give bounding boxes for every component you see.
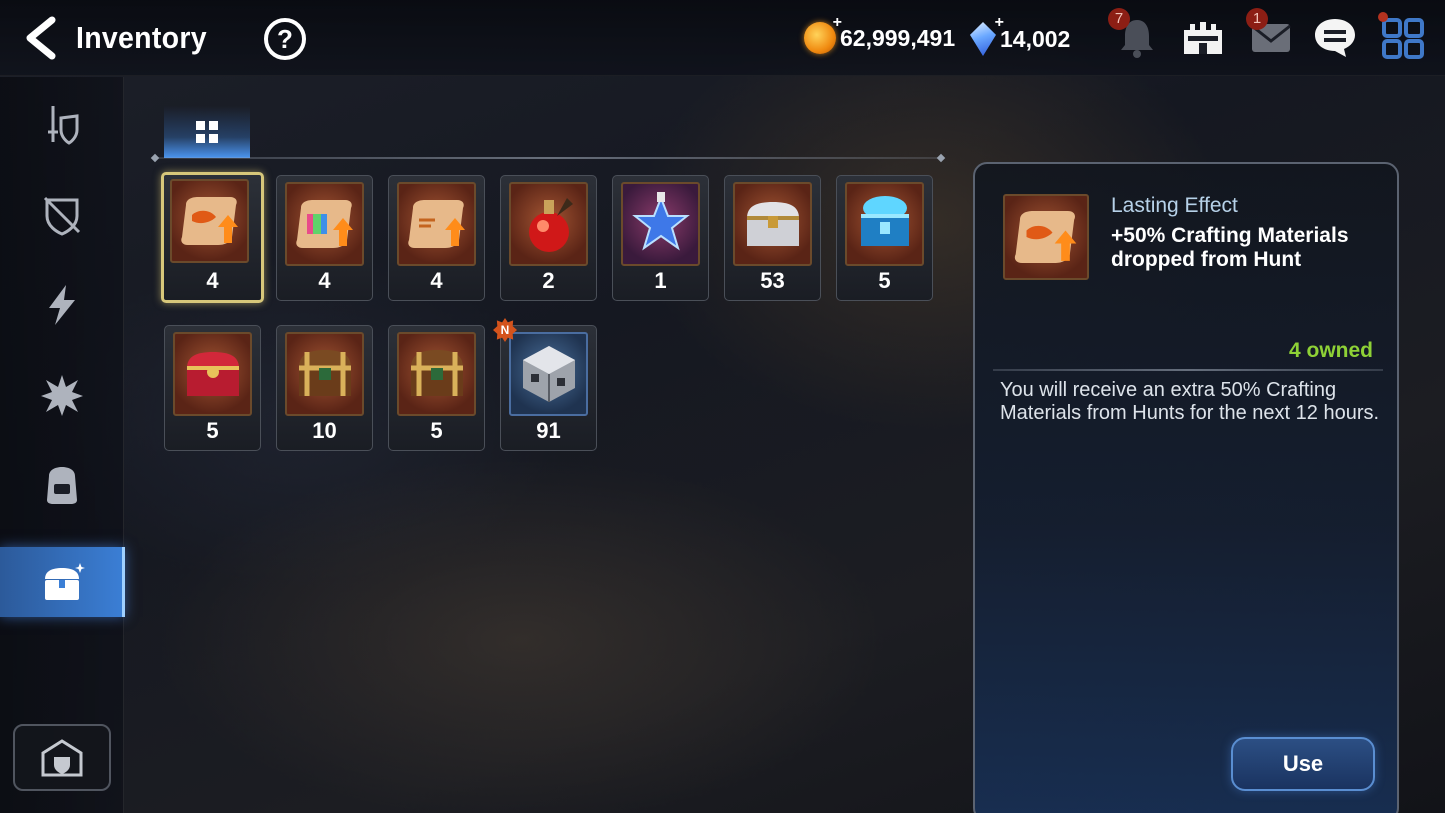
gem-currency[interactable]: + 14,002: [970, 14, 1071, 56]
item-frame: [170, 179, 249, 263]
mail-button[interactable]: 1: [1246, 8, 1294, 60]
scroll-upgrade-icon: [180, 197, 238, 245]
add-gold-icon: +: [832, 14, 842, 31]
item-frame: [173, 332, 252, 416]
item-quantity: 2: [542, 268, 555, 293]
gem-amount: 14,002: [1000, 25, 1071, 52]
guild-button[interactable]: [1180, 14, 1226, 60]
golden-chest-icon: [410, 350, 463, 396]
guild-hall-button[interactable]: [13, 724, 111, 791]
item-slot[interactable]: 4: [161, 172, 264, 303]
guild-hall-icon: [41, 738, 83, 776]
castle-icon: [1184, 22, 1222, 54]
sidebar-item-materials[interactable]: [0, 360, 124, 430]
use-button[interactable]: Use: [1231, 737, 1375, 791]
item-slot[interactable]: 4: [276, 175, 373, 301]
item-quantity: 5: [430, 418, 443, 443]
detail-thumbnail: [1003, 194, 1089, 280]
scroll-gold-icon: [407, 200, 465, 248]
item-frame: [845, 182, 924, 266]
chevron-left-icon: [26, 16, 56, 60]
item-quantity: 4: [430, 268, 443, 293]
detail-divider: [993, 369, 1383, 371]
red-chest-icon: [186, 352, 239, 396]
item-quantity: 5: [206, 418, 219, 443]
spiky-star-icon: [41, 375, 83, 416]
sidebar-item-backpack[interactable]: [0, 450, 124, 520]
gold-amount: 62,999,491: [840, 24, 956, 51]
item-quantity: 10: [312, 418, 337, 443]
item-slot[interactable]: 5: [388, 325, 485, 451]
main-menu-button[interactable]: [1380, 14, 1426, 60]
menu-alert-dot: [1378, 12, 1388, 22]
item-frame: [397, 332, 476, 416]
scroll-upgrade-icon: [1014, 211, 1077, 263]
treasure-chest-icon: [44, 563, 85, 600]
tab-all-items[interactable]: [164, 106, 250, 158]
item-frame: [285, 332, 364, 416]
sidebar-item-catalysts[interactable]: [0, 270, 124, 340]
item-frame: [509, 182, 588, 266]
item-type: Lasting Effect: [1111, 194, 1238, 217]
golden-chest-icon: [298, 350, 351, 396]
item-slot[interactable]: 53: [724, 175, 821, 301]
sidebar-item-equipment[interactable]: [0, 90, 124, 160]
item-slot[interactable]: 5: [836, 175, 933, 301]
sword-shield-icon: [48, 106, 79, 145]
blue-chest-icon: [860, 196, 909, 246]
silver-chest-icon: [746, 202, 799, 246]
crystal-gem-icon: [970, 22, 996, 56]
item-frame: [509, 332, 588, 416]
item-slot[interactable]: 5: [164, 325, 261, 451]
lightning-icon: [49, 285, 75, 325]
top-bar: Inventory ? + 62,999,491 + 14,002 7 1: [0, 0, 1445, 76]
item-frame: [733, 182, 812, 266]
sidebar-item-artifacts[interactable]: [0, 180, 124, 250]
item-quantity: 5: [878, 268, 891, 293]
item-slot[interactable]: 10: [276, 325, 373, 451]
item-description: You will receive an extra 50% Crafting M…: [1000, 379, 1380, 424]
item-frame: [285, 182, 364, 266]
silver-cube-icon: [522, 346, 575, 402]
page-title: Inventory: [76, 20, 207, 55]
broken-shield-icon: [43, 196, 81, 236]
item-name: +50% Crafting Materials dropped from Hun…: [1111, 224, 1349, 271]
notification-button[interactable]: 7: [1108, 8, 1160, 60]
gem-icon-wrap: +: [970, 14, 1004, 56]
item-slot[interactable]: 4: [388, 175, 485, 301]
category-sidebar: [0, 77, 125, 813]
back-button[interactable]: [22, 16, 62, 60]
scroll-rainbow-cube-icon: [295, 200, 353, 248]
chat-button[interactable]: [1312, 14, 1358, 60]
item-slot[interactable]: 1: [612, 175, 709, 301]
item-slot[interactable]: N 91: [493, 318, 597, 451]
add-gem-icon: +: [994, 14, 1004, 31]
item-quantity: 91: [536, 418, 561, 443]
item-quantity: 4: [318, 268, 331, 293]
item-quantity: 53: [760, 268, 785, 293]
star-potion-icon: [631, 192, 690, 251]
owned-count: 4 owned: [1288, 339, 1373, 362]
mail-badge: 1: [1246, 8, 1268, 30]
item-slot[interactable]: 2: [500, 175, 597, 301]
grid-icon: [196, 121, 218, 143]
notification-badge: 7: [1108, 8, 1130, 30]
red-potion-icon: [528, 198, 573, 252]
help-button[interactable]: ?: [264, 18, 306, 60]
tab-divider: [155, 157, 941, 159]
item-quantity: 1: [654, 268, 667, 293]
item-quantity: 4: [206, 268, 219, 293]
item-frame: [621, 182, 700, 266]
backpack-icon: [47, 467, 77, 504]
chat-bubble-icon: [1315, 19, 1355, 57]
sidebar-item-chests[interactable]: [0, 547, 125, 617]
item-frame: [397, 182, 476, 266]
grid-menu-icon: [1382, 18, 1424, 59]
gold-currency[interactable]: + 62,999,491: [804, 14, 956, 54]
gold-coin-icon: +: [804, 14, 842, 54]
item-detail-panel: Lasting Effect +50% Crafting Materials d…: [973, 162, 1399, 813]
